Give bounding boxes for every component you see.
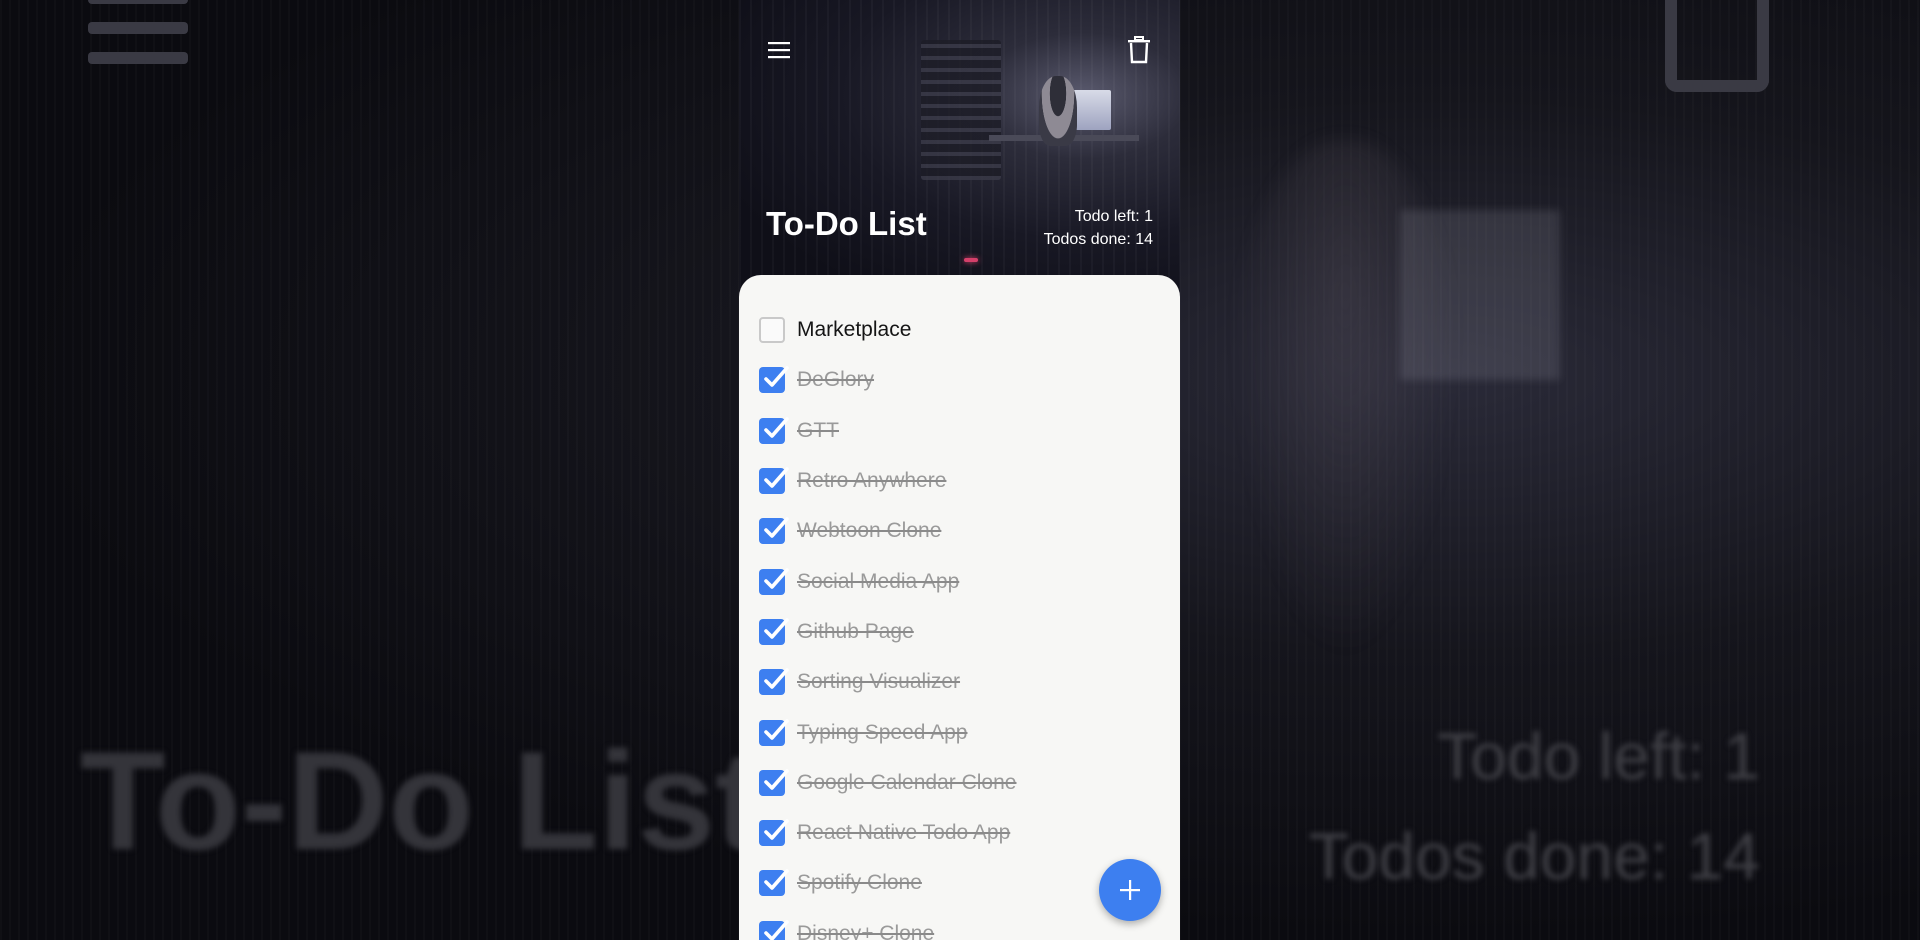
checkmark-icon	[764, 416, 789, 438]
todo-item[interactable]: GTT	[759, 406, 1169, 456]
menu-button[interactable]	[761, 32, 797, 68]
checkbox-checked[interactable]	[759, 919, 789, 940]
todo-label: Webtoon Clone	[797, 519, 942, 543]
todo-label: React Native Todo App	[797, 821, 1011, 845]
todo-item[interactable]: Social Media App	[759, 556, 1169, 606]
checkbox-checked[interactable]	[759, 567, 789, 595]
checkbox-checked[interactable]	[759, 769, 789, 796]
todos-done-count: Todos done: 14	[1043, 231, 1153, 248]
todo-item[interactable]: Google Calendar Clone	[759, 758, 1169, 808]
checkmark-icon	[764, 668, 789, 690]
todo-label: Social Media App	[797, 569, 960, 593]
plus-icon	[1120, 880, 1140, 900]
todo-item[interactable]: Marketplace	[759, 305, 1169, 355]
header-banner: To-Do List Todo left: 1 Todos done: 14	[739, 0, 1180, 300]
todo-left-count: Todo left: 1	[1074, 208, 1153, 225]
checkmark-icon	[764, 366, 789, 388]
checkmark-icon	[764, 517, 789, 539]
background-title: To-Do List	[80, 722, 762, 879]
page-title: To-Do List	[766, 205, 927, 242]
checkmark-icon	[764, 769, 789, 790]
todo-label: Google Calendar Clone	[797, 770, 1017, 794]
checkbox-checked[interactable]	[759, 366, 789, 394]
todo-label: Github Page	[797, 619, 914, 643]
todo-item[interactable]: Typing Speed App	[759, 707, 1169, 757]
todo-item[interactable]: Webtoon Clone	[759, 506, 1169, 556]
checkbox-checked[interactable]	[759, 718, 789, 746]
checkmark-icon	[764, 919, 789, 940]
checkbox-checked[interactable]	[759, 517, 789, 545]
todo-label: DeGlory	[797, 368, 875, 392]
checkbox-checked[interactable]	[759, 869, 789, 897]
background-menu-icon	[88, 0, 188, 82]
checkmark-icon	[764, 618, 789, 639]
todo-stats: Todo left: 1 Todos done: 14	[1044, 205, 1153, 251]
header-person	[1039, 76, 1077, 146]
todo-label: Typing Speed App	[797, 720, 968, 744]
todo-label: Retro Anywhere	[797, 469, 947, 493]
app-container: To-Do List Todo left: 1 Todos done: 14 M…	[739, 0, 1180, 940]
todo-item[interactable]: Sorting Visualizer	[759, 657, 1169, 707]
header-glow	[964, 258, 978, 262]
add-todo-button[interactable]	[1099, 859, 1161, 921]
todo-label: Marketplace	[797, 318, 912, 342]
delete-button[interactable]	[1121, 32, 1157, 68]
checkmark-icon	[764, 467, 789, 488]
checkbox-checked[interactable]	[759, 416, 789, 444]
background-todo-left: Todo left: 1	[1437, 719, 1760, 793]
todo-list: Marketplace DeGlory GTT Retro Anywhere Webto…	[759, 305, 1169, 940]
background-trash-icon	[1665, 0, 1769, 92]
checkbox-checked[interactable]	[759, 467, 789, 495]
todo-item[interactable]: React Native Todo App	[759, 808, 1169, 858]
todo-item[interactable]: Disney+ Clone	[759, 909, 1169, 940]
checkmark-icon	[764, 869, 789, 891]
checkmark-icon	[764, 819, 789, 840]
todo-item[interactable]: Retro Anywhere	[759, 456, 1169, 506]
checkmark-icon	[764, 567, 789, 589]
checkbox-checked[interactable]	[759, 618, 789, 645]
checkbox-unchecked[interactable]	[759, 317, 785, 344]
checkbox-checked[interactable]	[759, 668, 789, 696]
todo-label: GTT	[797, 418, 839, 442]
todo-sheet: Marketplace DeGlory GTT Retro Anywhere Webto…	[739, 275, 1180, 940]
checkbox-checked[interactable]	[759, 819, 789, 847]
todo-label: Spotify Clone	[797, 871, 922, 895]
trash-icon	[1128, 36, 1150, 64]
header-server-rack	[921, 40, 1001, 180]
hamburger-menu-icon	[768, 42, 790, 59]
todo-item[interactable]: DeGlory	[759, 355, 1169, 405]
checkmark-icon	[764, 718, 789, 740]
todo-label: Sorting Visualizer	[797, 670, 961, 694]
todo-item[interactable]: Github Page	[759, 607, 1169, 657]
background-monitor	[1400, 210, 1560, 380]
background-todos-done: Todos done: 14	[1308, 819, 1760, 893]
todo-label: Disney+ Clone	[797, 921, 935, 940]
